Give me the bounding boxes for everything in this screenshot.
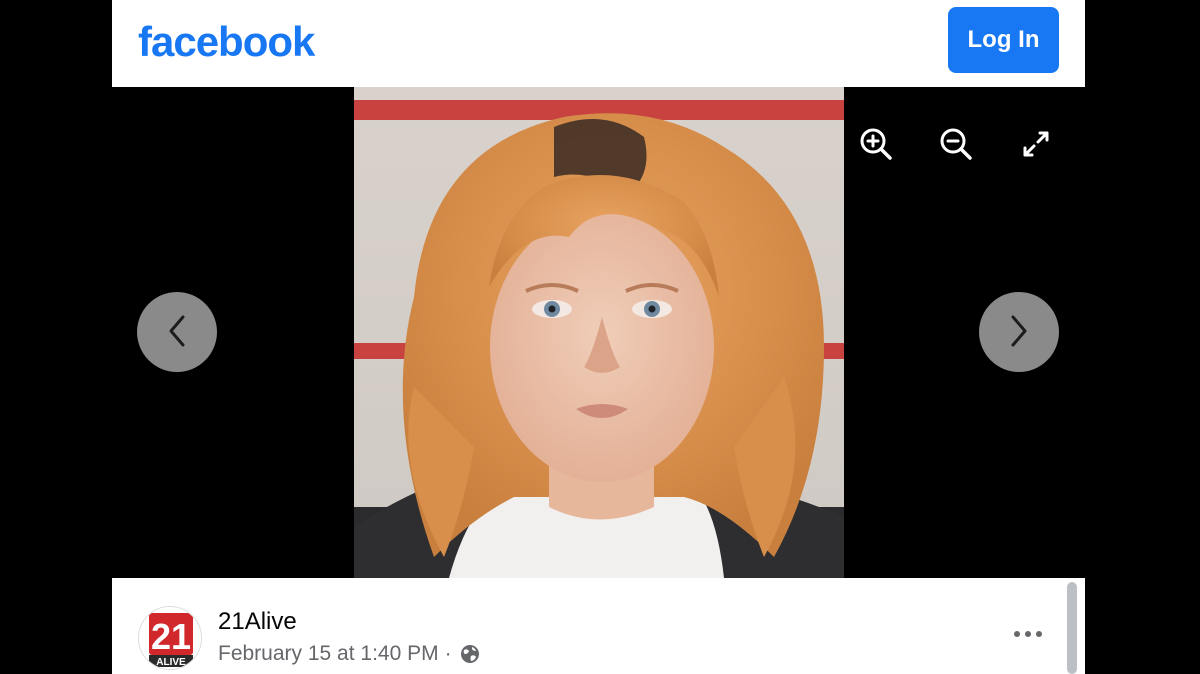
expand-icon [1020,128,1052,163]
page-avatar[interactable]: 21 ALIVE [138,606,202,670]
post-timestamp[interactable]: February 15 at 1:40 PM [218,642,439,666]
app-frame: facebook Log In 21 ALIVE 21Alive Februar… [112,0,1085,674]
avatar-logo-number: 21 [151,616,191,657]
meta-separator: · [444,642,452,665]
zoom-in-button[interactable] [856,125,896,165]
next-photo-button[interactable] [979,292,1059,372]
portrait-photo [354,87,844,578]
top-bar: facebook Log In [112,0,1085,87]
log-in-button[interactable]: Log In [948,7,1059,73]
chevron-right-icon [1007,313,1031,352]
page-name-link[interactable]: 21Alive [218,608,297,636]
zoom-in-icon [858,126,894,165]
facebook-logo[interactable]: facebook [138,14,315,70]
more-options-button[interactable] [1010,622,1046,646]
post-meta: February 15 at 1:40 PM · [218,642,480,666]
globe-icon [460,644,480,664]
fullscreen-button[interactable] [1016,125,1056,165]
avatar-logo-word: ALIVE [156,657,186,668]
more-options-icon [1014,631,1020,637]
chevron-left-icon [165,313,189,352]
scrollbar[interactable] [1067,582,1077,674]
zoom-out-icon [938,126,974,165]
zoom-out-button[interactable] [936,125,976,165]
post-info-bar: 21 ALIVE 21Alive February 15 at 1:40 PM … [112,578,1085,674]
previous-photo-button[interactable] [137,292,217,372]
photo-viewer [112,87,1085,578]
